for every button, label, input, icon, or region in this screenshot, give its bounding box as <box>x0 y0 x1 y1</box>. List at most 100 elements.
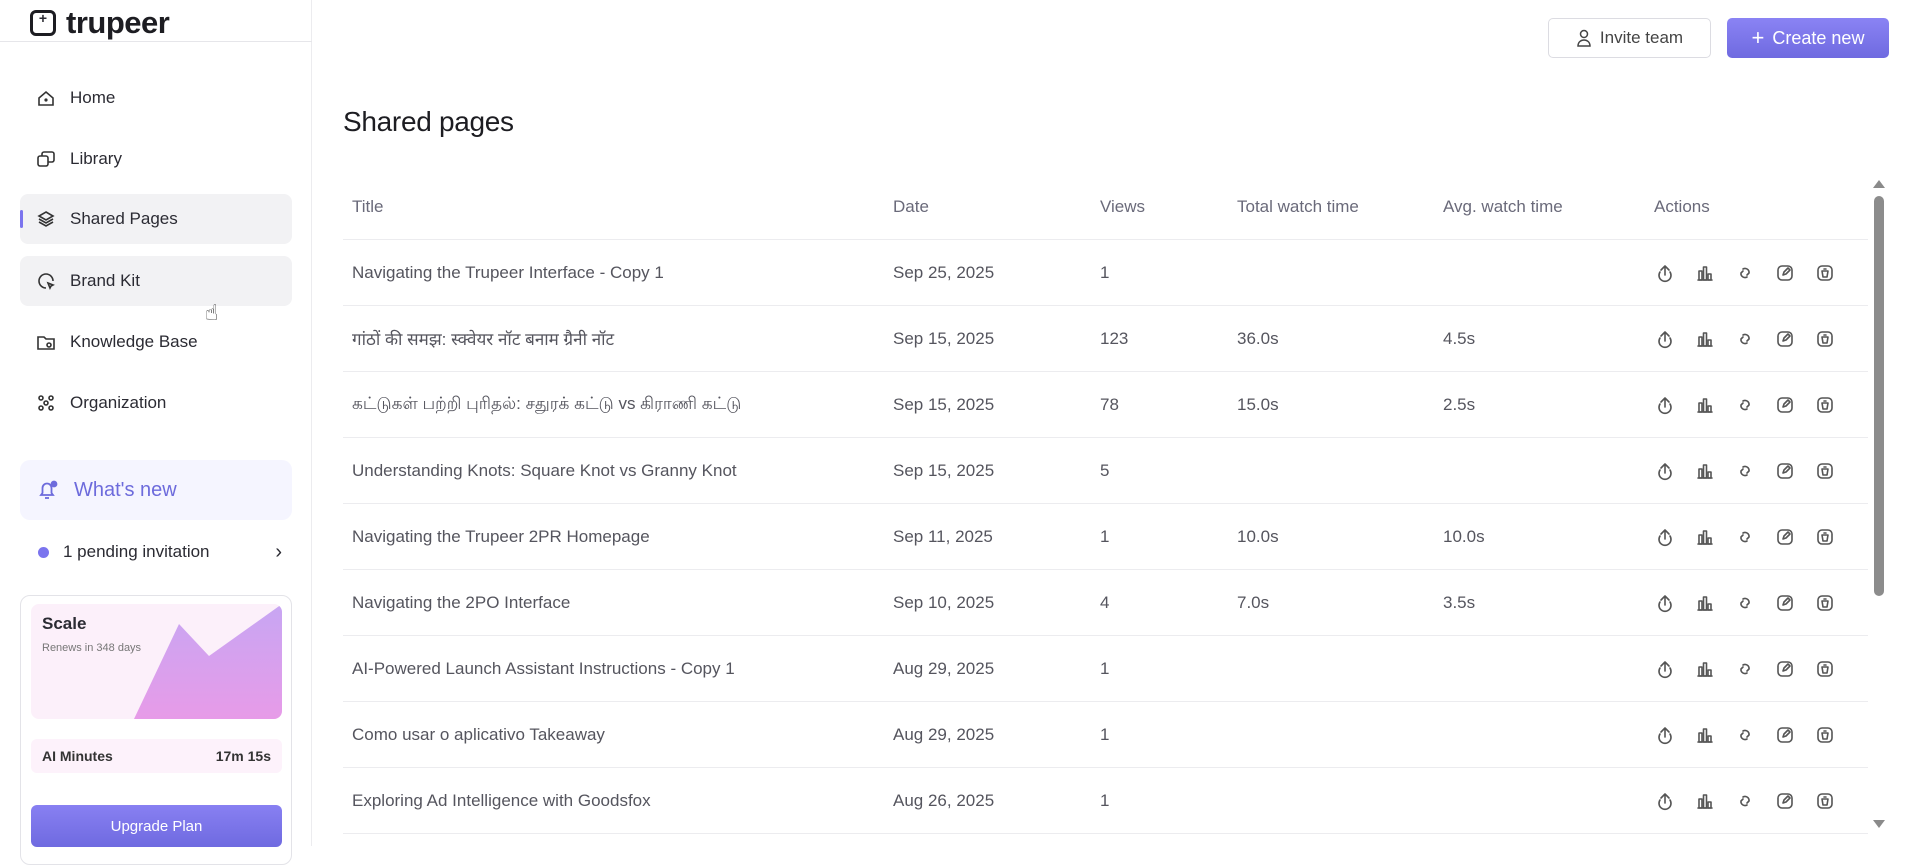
scrollbar-thumb[interactable] <box>1874 196 1884 596</box>
edit-button[interactable] <box>1774 592 1796 614</box>
delete-button[interactable] <box>1814 460 1836 482</box>
link-button[interactable] <box>1734 262 1756 284</box>
analytics-button[interactable] <box>1694 724 1716 746</box>
share-button[interactable] <box>1654 328 1676 350</box>
link-button[interactable] <box>1734 460 1756 482</box>
sidebar-item-organization[interactable]: Organization <box>20 378 292 428</box>
sidebar-item-shared-pages[interactable]: Shared Pages <box>20 194 292 244</box>
col-avg-watch-time[interactable]: Avg. watch time <box>1443 197 1649 217</box>
row-title[interactable]: Como usar o aplicativo Takeaway <box>343 725 893 745</box>
col-title[interactable]: Title <box>343 197 893 217</box>
analytics-button[interactable] <box>1694 658 1716 680</box>
share-button[interactable] <box>1654 526 1676 548</box>
invite-team-label: Invite team <box>1599 28 1684 47</box>
sidebar-item-home[interactable]: Home <box>20 73 292 123</box>
delete-button[interactable] <box>1814 328 1836 350</box>
row-title[interactable]: Understanding Knots: Square Knot vs Gran… <box>343 461 893 481</box>
analytics-button[interactable] <box>1694 592 1716 614</box>
sidebar-item-library[interactable]: Library <box>20 134 292 184</box>
table-row[interactable]: Navigating the 2PO Interface Sep 10, 2025… <box>343 570 1868 636</box>
row-total-watch-time: 15.0s <box>1237 394 1279 414</box>
plan-banner: Scale Renews in 348 days <box>31 604 282 719</box>
share-button[interactable] <box>1654 724 1676 746</box>
row-views: 1 <box>1100 526 1110 546</box>
analytics-button[interactable] <box>1694 526 1716 548</box>
scroll-up-arrow-icon[interactable] <box>1873 180 1885 188</box>
share-button[interactable] <box>1654 460 1676 482</box>
edit-button[interactable] <box>1774 790 1796 812</box>
table-row[interactable]: Exploring Ad Intelligence with Goodsfox A… <box>343 768 1868 834</box>
delete-button[interactable] <box>1814 724 1836 746</box>
delete-button[interactable] <box>1814 526 1836 548</box>
row-avg-watch-time: 10.0s <box>1443 526 1485 546</box>
analytics-icon <box>1697 727 1713 743</box>
row-title[interactable]: Exploring Ad Intelligence with Goodsfox <box>343 791 893 811</box>
analytics-button[interactable] <box>1694 460 1716 482</box>
table-row[interactable]: Understanding Knots: Square Knot vs Gran… <box>343 438 1868 504</box>
whats-new-button[interactable]: What's new <box>20 460 292 520</box>
edit-button[interactable] <box>1774 724 1796 746</box>
col-date[interactable]: Date <box>893 197 1100 217</box>
row-date: Sep 15, 2025 <box>893 460 995 480</box>
share-button[interactable] <box>1654 592 1676 614</box>
delete-button[interactable] <box>1814 592 1836 614</box>
scroll-down-arrow-icon[interactable] <box>1873 820 1885 828</box>
share-button[interactable] <box>1654 658 1676 680</box>
row-title[interactable]: गांठों की समझ: स्क्वेयर नॉट बनाम ग्रैनी … <box>343 327 893 350</box>
edit-button[interactable] <box>1774 460 1796 482</box>
link-button[interactable] <box>1734 724 1756 746</box>
edit-button[interactable] <box>1774 658 1796 680</box>
share-icon <box>1658 792 1672 810</box>
row-title[interactable]: Navigating the 2PO Interface <box>343 593 893 613</box>
row-title[interactable]: AI-Powered Launch Assistant Instructions… <box>343 659 893 679</box>
link-button[interactable] <box>1734 592 1756 614</box>
table-row[interactable]: गांठों की समझ: स्क्वेयर नॉट बनाम ग्रैनी … <box>343 306 1868 372</box>
analytics-button[interactable] <box>1694 262 1716 284</box>
table-row[interactable]: AI-Powered Launch Assistant Instructions… <box>343 636 1868 702</box>
analytics-button[interactable] <box>1694 394 1716 416</box>
edit-button[interactable] <box>1774 526 1796 548</box>
col-total-watch-time[interactable]: Total watch time <box>1237 197 1443 217</box>
link-button[interactable] <box>1734 526 1756 548</box>
table-row[interactable]: Como usar o aplicativo Takeaway Aug 29, 2… <box>343 702 1868 768</box>
delete-button[interactable] <box>1814 394 1836 416</box>
ai-minutes-label: AI Minutes <box>42 748 113 764</box>
sidebar: trupeer Home Library Shared Pages Brand Kit… <box>0 0 312 865</box>
analytics-button[interactable] <box>1694 328 1716 350</box>
delete-button[interactable] <box>1814 262 1836 284</box>
link-icon <box>1740 267 1750 278</box>
scrollbar[interactable] <box>1872 178 1886 828</box>
edit-button[interactable] <box>1774 394 1796 416</box>
row-title[interactable]: Navigating the Trupeer Interface - Copy … <box>343 263 893 283</box>
row-title[interactable]: கட்டுகள் பற்றி புரிதல்: சதுரக் கட்டு vs … <box>343 394 893 416</box>
create-new-button[interactable]: + Create new <box>1727 18 1889 58</box>
edit-icon <box>1777 462 1793 479</box>
share-button[interactable] <box>1654 394 1676 416</box>
share-button[interactable] <box>1654 790 1676 812</box>
invite-team-button[interactable]: Invite team <box>1548 18 1711 58</box>
col-views[interactable]: Views <box>1100 197 1237 217</box>
row-views: 5 <box>1100 460 1110 480</box>
row-title[interactable]: Navigating the Trupeer 2PR Homepage <box>343 527 893 547</box>
link-icon <box>1740 729 1750 740</box>
delete-button[interactable] <box>1814 658 1836 680</box>
sidebar-item-knowledge-base[interactable]: Knowledge Base <box>20 317 292 367</box>
logo[interactable]: trupeer <box>30 5 170 40</box>
edit-button[interactable] <box>1774 262 1796 284</box>
link-button[interactable] <box>1734 394 1756 416</box>
link-button[interactable] <box>1734 790 1756 812</box>
sidebar-item-brand-kit[interactable]: Brand Kit <box>20 256 292 306</box>
share-button[interactable] <box>1654 262 1676 284</box>
row-views: 1 <box>1100 790 1110 810</box>
edit-button[interactable] <box>1774 328 1796 350</box>
delete-button[interactable] <box>1814 790 1836 812</box>
analytics-button[interactable] <box>1694 790 1716 812</box>
link-icon <box>1740 795 1750 806</box>
table-row[interactable]: Navigating the Trupeer 2PR Homepage Sep 1… <box>343 504 1868 570</box>
upgrade-plan-button[interactable]: Upgrade Plan <box>31 805 282 847</box>
table-row[interactable]: Navigating the Trupeer Interface - Copy … <box>343 240 1868 306</box>
link-button[interactable] <box>1734 658 1756 680</box>
table-row[interactable]: கட்டுகள் பற்றி புரிதல்: சதுரக் கட்டு vs … <box>343 372 1868 438</box>
link-button[interactable] <box>1734 328 1756 350</box>
pending-invitation[interactable]: 1 pending invitation › <box>38 538 282 566</box>
